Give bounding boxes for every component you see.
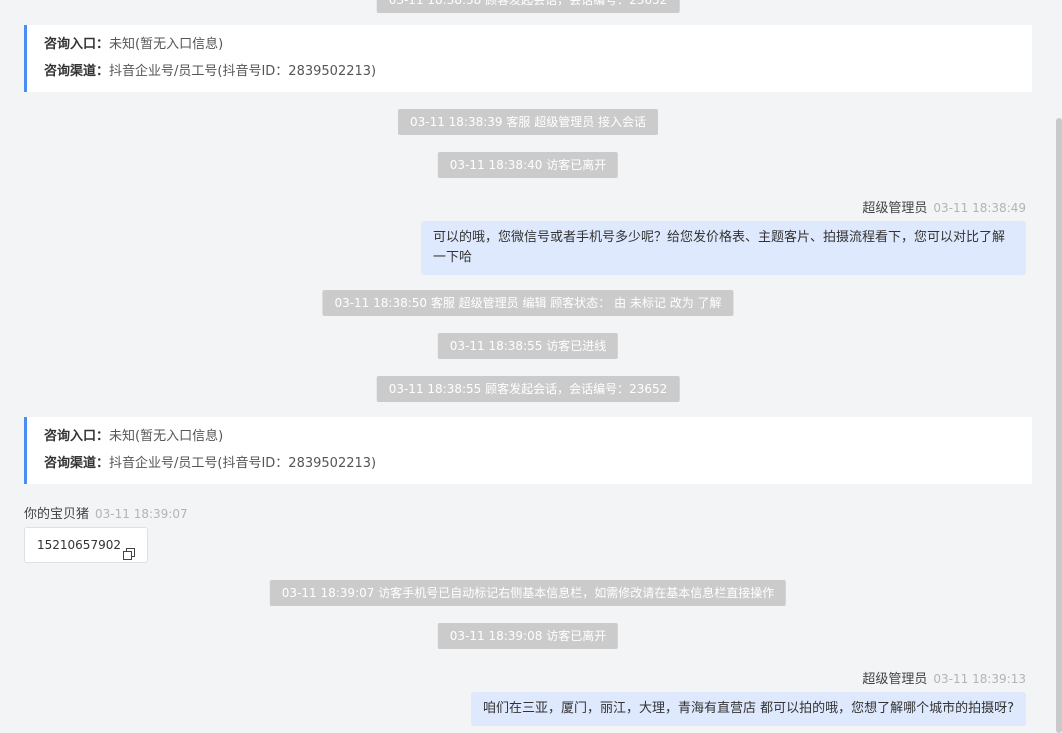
system-event: 03-11 18:38:38 顾客发起会话，会话编号：23652 — [376, 0, 680, 13]
phone-number-text[interactable]: 15210657902 — [37, 528, 121, 562]
message-time: 03-11 18:39:13 — [933, 672, 1026, 686]
agent-message-bubble: 可以的哦，您微信号或者手机号多少呢？给您发价格表、主题客片、拍摄流程看下，您可以… — [421, 221, 1026, 275]
agent-message-meta: 超级管理员 03-11 18:39:13 — [862, 668, 1026, 687]
sender-name: 你的宝贝猪 — [24, 507, 90, 522]
system-event: 03-11 18:38:40 访客已离开 — [437, 152, 619, 178]
channel-value: 抖音企业号/员工号(抖音号ID：2839502213) — [109, 64, 377, 79]
visitor-message-bubble[interactable]: 15210657902 — [24, 527, 148, 563]
message-time: 03-11 18:39:07 — [95, 507, 188, 521]
system-event: 03-11 18:38:55 顾客发起会话，会话编号：23652 — [376, 376, 680, 402]
channel-label: 咨询渠道： — [44, 456, 110, 471]
agent-message-meta: 超级管理员 03-11 18:38:49 — [862, 197, 1026, 216]
system-event: 03-11 18:38:39 客服 超级管理员 接入会话 — [397, 109, 659, 135]
system-event: 03-11 18:38:50 客服 超级管理员 编辑 顾客状态： 由 未标记 改… — [322, 290, 734, 316]
scrollbar-thumb[interactable] — [1056, 118, 1062, 733]
entry-label: 咨询入口： — [44, 37, 110, 52]
channel-value: 抖音企业号/员工号(抖音号ID：2839502213) — [109, 456, 377, 471]
entry-value: 未知(暂无入口信息) — [109, 37, 224, 52]
agent-message-bubble: 咱们在三亚，厦门，丽江，大理，青海有直营店 都可以拍的哦，您想了解哪个城市的拍摄… — [470, 692, 1026, 726]
copy-icon[interactable] — [122, 539, 135, 560]
chat-history: 03-11 18:38:38 顾客发起会话，会话编号：23652 咨询入口：未知… — [0, 0, 1056, 733]
scrollbar-track[interactable] — [1056, 0, 1062, 733]
system-event: 03-11 18:39:08 访客已离开 — [437, 623, 619, 649]
sender-name: 超级管理员 — [862, 672, 928, 687]
system-event: 03-11 18:38:55 访客已进线 — [437, 333, 619, 359]
visitor-message-meta: 你的宝贝猪 03-11 18:39:07 — [24, 503, 188, 522]
entry-label: 咨询入口： — [44, 429, 110, 444]
inquiry-info-card: 咨询入口：未知(暂无入口信息) 咨询渠道：抖音企业号/员工号(抖音号ID：283… — [24, 25, 1032, 92]
inquiry-info-card: 咨询入口：未知(暂无入口信息) 咨询渠道：抖音企业号/员工号(抖音号ID：283… — [24, 417, 1032, 484]
sender-name: 超级管理员 — [862, 201, 928, 216]
channel-label: 咨询渠道： — [44, 64, 110, 79]
entry-value: 未知(暂无入口信息) — [109, 429, 224, 444]
message-time: 03-11 18:38:49 — [933, 201, 1026, 215]
system-event: 03-11 18:39:07 访客手机号已自动标记右侧基本信息栏，如需修改请在基… — [269, 580, 787, 606]
